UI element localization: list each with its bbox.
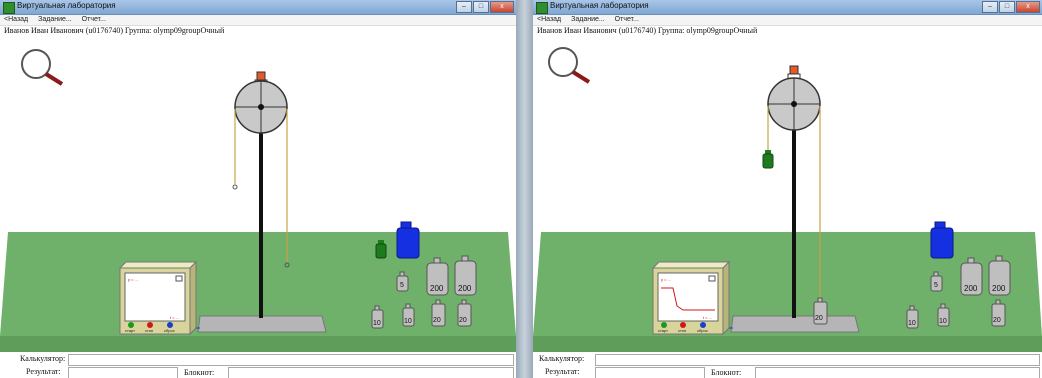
maximize-button[interactable]: □ <box>473 1 489 13</box>
timer-counter[interactable]: y = ... t = ... старт стоп сброс <box>651 260 731 336</box>
magnifier-icon[interactable] <box>548 47 591 84</box>
menu-bar: <Назад Задание... Отчет... <box>533 15 1042 26</box>
floor <box>0 336 516 352</box>
lab-scene: y = ... t = ... старт стоп сброс 5 200 2… <box>0 36 516 352</box>
calculator-label: Калькулятор: <box>20 354 66 363</box>
user-info: Иванов Иван Иванович (u0176740) Группа: … <box>4 26 225 35</box>
result-label: Результат: <box>545 367 580 376</box>
result-field[interactable] <box>595 367 705 378</box>
weight-20-a[interactable]: 20 <box>991 299 1006 327</box>
minimize-button[interactable]: – <box>982 1 998 13</box>
blue-weight[interactable] <box>930 221 954 259</box>
svg-text:200: 200 <box>430 284 444 293</box>
start-label: старт <box>125 328 135 333</box>
notepad-field[interactable] <box>755 367 1040 378</box>
counter-label-y: y = ... <box>661 277 671 282</box>
window-title: Виртуальная лаборатория <box>17 1 116 10</box>
pulley <box>767 77 821 131</box>
menu-back[interactable]: <Назад <box>4 16 28 23</box>
user-info: Иванов Иван Иванович (u0176740) Группа: … <box>537 26 758 35</box>
svg-text:10: 10 <box>939 318 947 325</box>
stand-rod <box>259 106 263 318</box>
svg-text:200: 200 <box>992 284 1006 293</box>
floor <box>533 336 1042 352</box>
menu-report[interactable]: Отчет... <box>82 16 106 23</box>
svg-text:5: 5 <box>934 282 938 289</box>
magnifier-icon[interactable] <box>21 49 64 86</box>
timer-counter[interactable]: y = ... t = ... старт стоп сброс <box>118 260 198 336</box>
title-bar: Виртуальная лаборатория – □ x <box>533 0 1042 15</box>
svg-text:10: 10 <box>908 320 916 327</box>
app-icon <box>3 2 15 14</box>
counter-label-y: y = ... <box>128 277 138 282</box>
notepad-label: Блокнот: <box>711 368 742 377</box>
weight-200-b[interactable]: 200 <box>988 255 1011 296</box>
weight-20-a[interactable]: 20 <box>431 299 446 327</box>
result-field[interactable] <box>68 367 178 378</box>
close-button[interactable]: x <box>1016 1 1040 13</box>
result-label: Результат: <box>26 367 61 376</box>
menu-back[interactable]: <Назад <box>537 16 561 23</box>
weight-200-a[interactable]: 200 <box>426 257 449 296</box>
svg-text:20: 20 <box>433 317 441 324</box>
svg-text:20: 20 <box>459 317 467 324</box>
stop-label: стоп <box>678 328 686 333</box>
menu-report[interactable]: Отчет... <box>615 16 639 23</box>
stop-label: стоп <box>145 328 153 333</box>
calculator-input[interactable] <box>595 354 1040 366</box>
close-button[interactable]: x <box>490 1 514 13</box>
blue-weight[interactable] <box>396 221 420 259</box>
menu-task[interactable]: Задание... <box>571 16 605 23</box>
menu-bar: <Назад Задание... Отчет... <box>0 15 516 26</box>
maximize-button[interactable]: □ <box>999 1 1015 13</box>
minimize-button[interactable]: – <box>456 1 472 13</box>
title-bar: Виртуальная лаборатория – □ x <box>0 0 516 15</box>
menu-task[interactable]: Задание... <box>38 16 72 23</box>
hook-left[interactable] <box>232 184 238 190</box>
pulley-clamp <box>256 71 266 81</box>
weight-200-a[interactable]: 200 <box>960 257 983 296</box>
svg-text:10: 10 <box>373 320 381 327</box>
svg-text:10: 10 <box>404 318 412 325</box>
stand-base <box>197 315 327 333</box>
lab-window-right: Виртуальная лаборатория – □ x <Назад Зад… <box>533 0 1042 378</box>
stand-base <box>730 315 860 333</box>
calculator-label: Калькулятор: <box>539 354 585 363</box>
svg-text:20: 20 <box>993 317 1001 324</box>
counter-label-t: t = ... <box>170 315 179 320</box>
pulley <box>234 80 288 134</box>
bottom-panel: Калькулятор: Результат: Блокнот: <box>0 352 516 378</box>
pulley-clamp <box>789 65 799 75</box>
svg-text:200: 200 <box>964 284 978 293</box>
counter-label-t: t = ... <box>703 315 712 320</box>
svg-text:5: 5 <box>400 282 404 289</box>
hanging-green-weight[interactable] <box>762 150 774 169</box>
app-icon <box>536 2 548 14</box>
window-divider <box>516 0 533 378</box>
stand-rod <box>792 106 796 318</box>
reset-label: сброс <box>697 328 708 333</box>
svg-text:200: 200 <box>458 284 472 293</box>
lab-window-left: Виртуальная лаборатория – □ x <Назад Зад… <box>0 0 516 378</box>
start-label: старт <box>658 328 668 333</box>
hanging-weight-20[interactable]: 20 <box>813 297 828 325</box>
reset-label: сброс <box>164 328 175 333</box>
calculator-input[interactable] <box>68 354 514 366</box>
bottom-panel: Калькулятор: Результат: Блокнот: <box>533 352 1042 378</box>
notepad-label: Блокнот: <box>184 368 215 377</box>
svg-text:20: 20 <box>815 315 823 322</box>
weight-20-b[interactable]: 20 <box>457 299 472 327</box>
notepad-field[interactable] <box>228 367 514 378</box>
lab-scene: 20 y = ... t = ... старт стоп сброс 5 20… <box>533 36 1042 352</box>
window-title: Виртуальная лаборатория <box>550 1 649 10</box>
weight-200-b[interactable]: 200 <box>454 255 477 296</box>
